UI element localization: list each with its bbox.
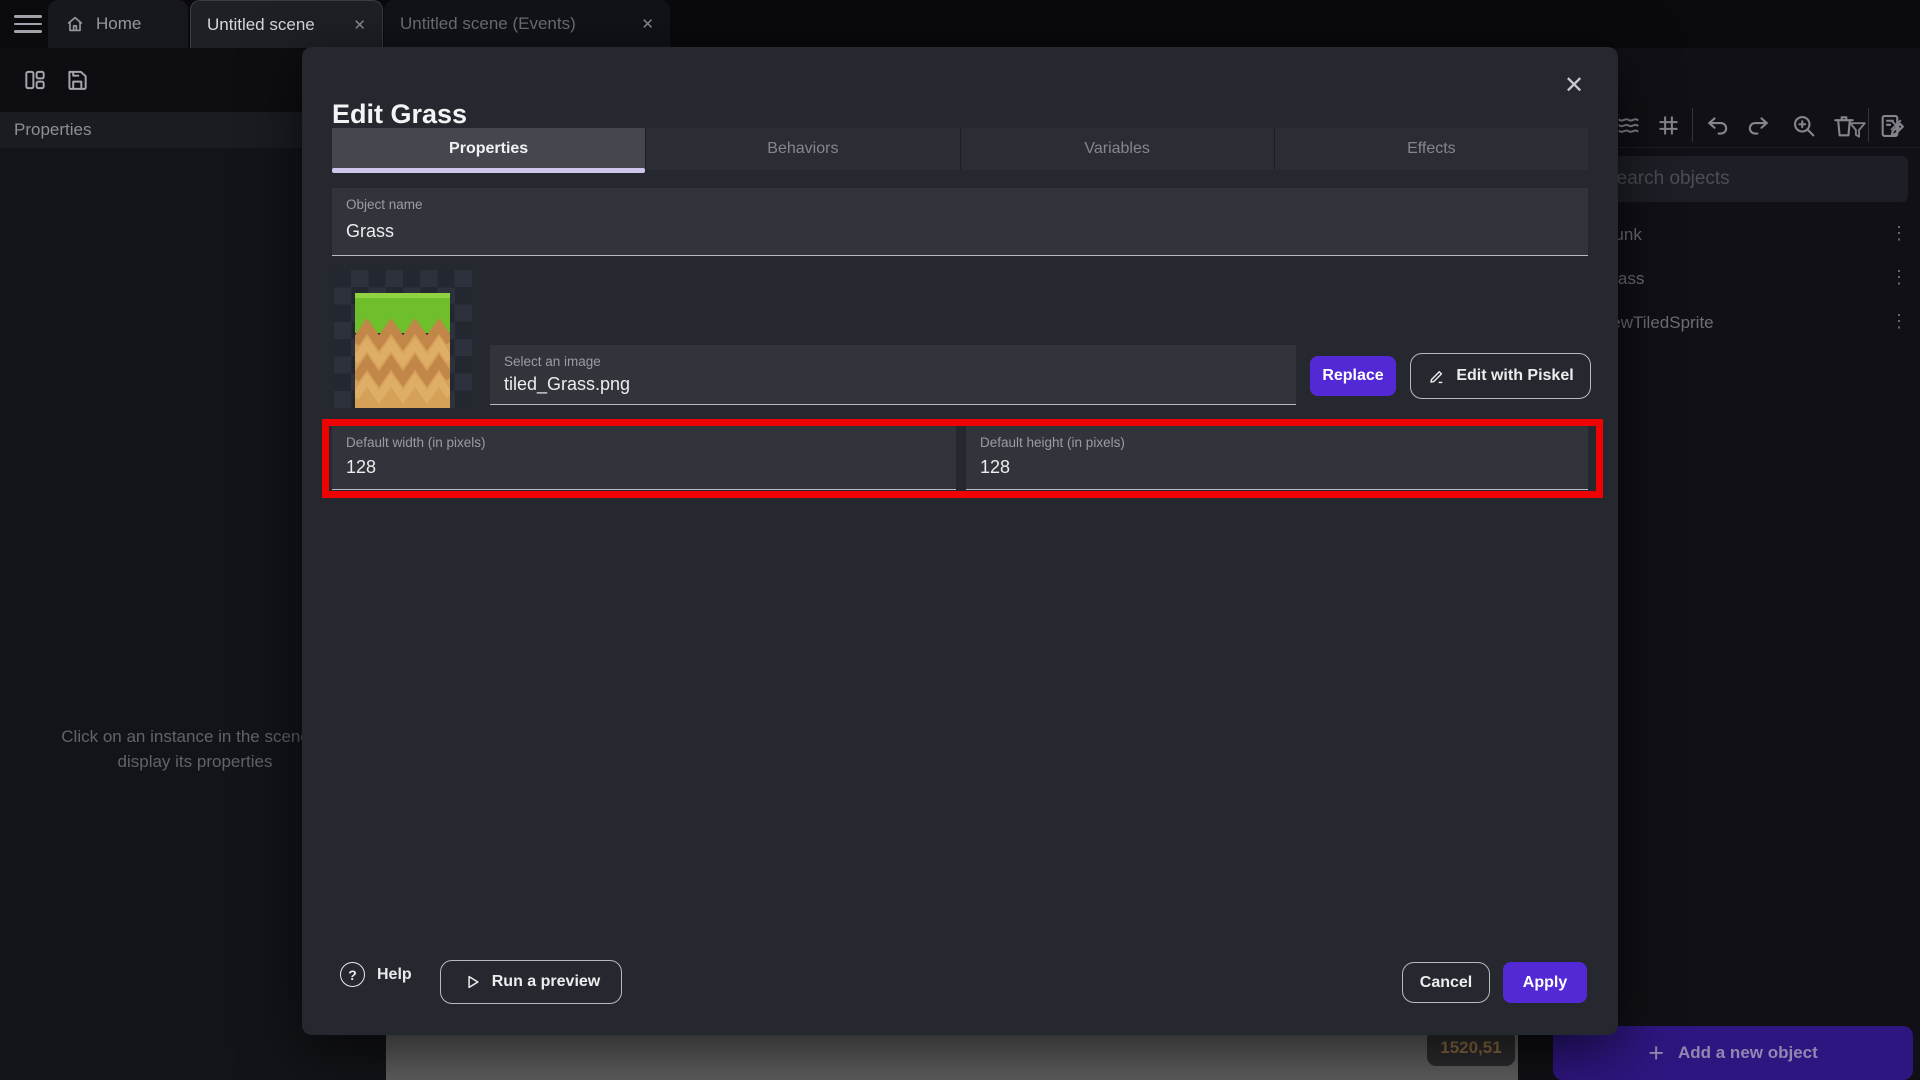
default-width-field[interactable]: Default width (in pixels) 128 bbox=[332, 426, 956, 490]
object-image-thumbnail[interactable] bbox=[334, 270, 472, 408]
cursor-coordinates-badge: 1520,51 bbox=[1427, 1030, 1515, 1066]
object-name-field[interactable]: Object name Grass bbox=[332, 188, 1588, 256]
tab-properties[interactable]: Properties bbox=[332, 128, 645, 170]
toggle-panels-icon[interactable] bbox=[22, 67, 48, 93]
tab-scene-label: Untitled scene bbox=[207, 15, 315, 35]
select-image-label: Select an image bbox=[504, 354, 601, 369]
close-tab-icon[interactable]: ✕ bbox=[641, 15, 654, 33]
add-new-object-label: Add a new object bbox=[1678, 1043, 1818, 1063]
properties-panel-title: Properties bbox=[14, 120, 91, 140]
close-tab-icon[interactable]: ✕ bbox=[353, 16, 366, 34]
tab-untitled-scene-events[interactable]: Untitled scene (Events) ✕ bbox=[384, 0, 670, 48]
plus-icon: + bbox=[1648, 1040, 1664, 1067]
help-button[interactable]: ? Help bbox=[340, 962, 412, 987]
home-icon bbox=[64, 13, 86, 35]
close-dialog-icon[interactable]: ✕ bbox=[1564, 71, 1584, 100]
top-tab-bar: Home Untitled scene ✕ Untitled scene (Ev… bbox=[0, 0, 1920, 48]
tab-untitled-scene[interactable]: Untitled scene ✕ bbox=[190, 0, 383, 48]
grass-sprite-image bbox=[355, 293, 450, 408]
default-width-label: Default width (in pixels) bbox=[346, 435, 486, 450]
tab-home[interactable]: Home bbox=[48, 0, 188, 48]
default-height-field[interactable]: Default height (in pixels) 128 bbox=[966, 426, 1588, 490]
dialog-title: Edit Grass bbox=[332, 99, 467, 130]
run-preview-label: Run a preview bbox=[492, 973, 600, 991]
apply-button[interactable]: Apply bbox=[1503, 962, 1587, 1003]
object-name-value: Grass bbox=[346, 221, 394, 242]
active-tab-underline bbox=[332, 168, 645, 173]
menu-icon[interactable] bbox=[14, 15, 42, 33]
save-icon[interactable] bbox=[64, 67, 90, 93]
select-image-field[interactable]: Select an image tiled_Grass.png bbox=[490, 345, 1296, 405]
search-objects-input[interactable] bbox=[1590, 156, 1908, 202]
default-height-label: Default height (in pixels) bbox=[980, 435, 1125, 450]
tab-behaviors[interactable]: Behaviors bbox=[645, 128, 959, 170]
play-icon bbox=[462, 972, 482, 992]
replace-button[interactable]: Replace bbox=[1310, 356, 1396, 396]
tab-events-label: Untitled scene (Events) bbox=[400, 14, 576, 34]
object-name-label: Object name bbox=[346, 197, 423, 212]
object-menu-icon[interactable]: ⋮ bbox=[1890, 311, 1908, 332]
help-icon: ? bbox=[340, 962, 365, 987]
edit-with-piskel-button[interactable]: Edit with Piskel bbox=[1410, 353, 1591, 399]
run-preview-button[interactable]: Run a preview bbox=[440, 960, 622, 1004]
select-image-value: tiled_Grass.png bbox=[504, 374, 630, 395]
dialog-tab-bar: Properties Behaviors Variables Effects bbox=[332, 128, 1588, 170]
cancel-label: Cancel bbox=[1420, 974, 1472, 992]
object-menu-icon[interactable]: ⋮ bbox=[1890, 223, 1908, 244]
edit-with-piskel-label: Edit with Piskel bbox=[1456, 367, 1573, 385]
tab-effects[interactable]: Effects bbox=[1274, 128, 1588, 170]
tab-variables[interactable]: Variables bbox=[960, 128, 1274, 170]
object-menu-icon[interactable]: ⋮ bbox=[1890, 267, 1908, 288]
edit-grass-dialog: Edit Grass ✕ Properties Behaviors Variab… bbox=[302, 47, 1618, 1035]
default-width-value: 128 bbox=[346, 457, 376, 478]
pencil-icon bbox=[1427, 367, 1446, 386]
tab-home-label: Home bbox=[96, 14, 141, 34]
default-height-value: 128 bbox=[980, 457, 1010, 478]
help-label: Help bbox=[377, 966, 412, 984]
cancel-button[interactable]: Cancel bbox=[1402, 962, 1490, 1003]
